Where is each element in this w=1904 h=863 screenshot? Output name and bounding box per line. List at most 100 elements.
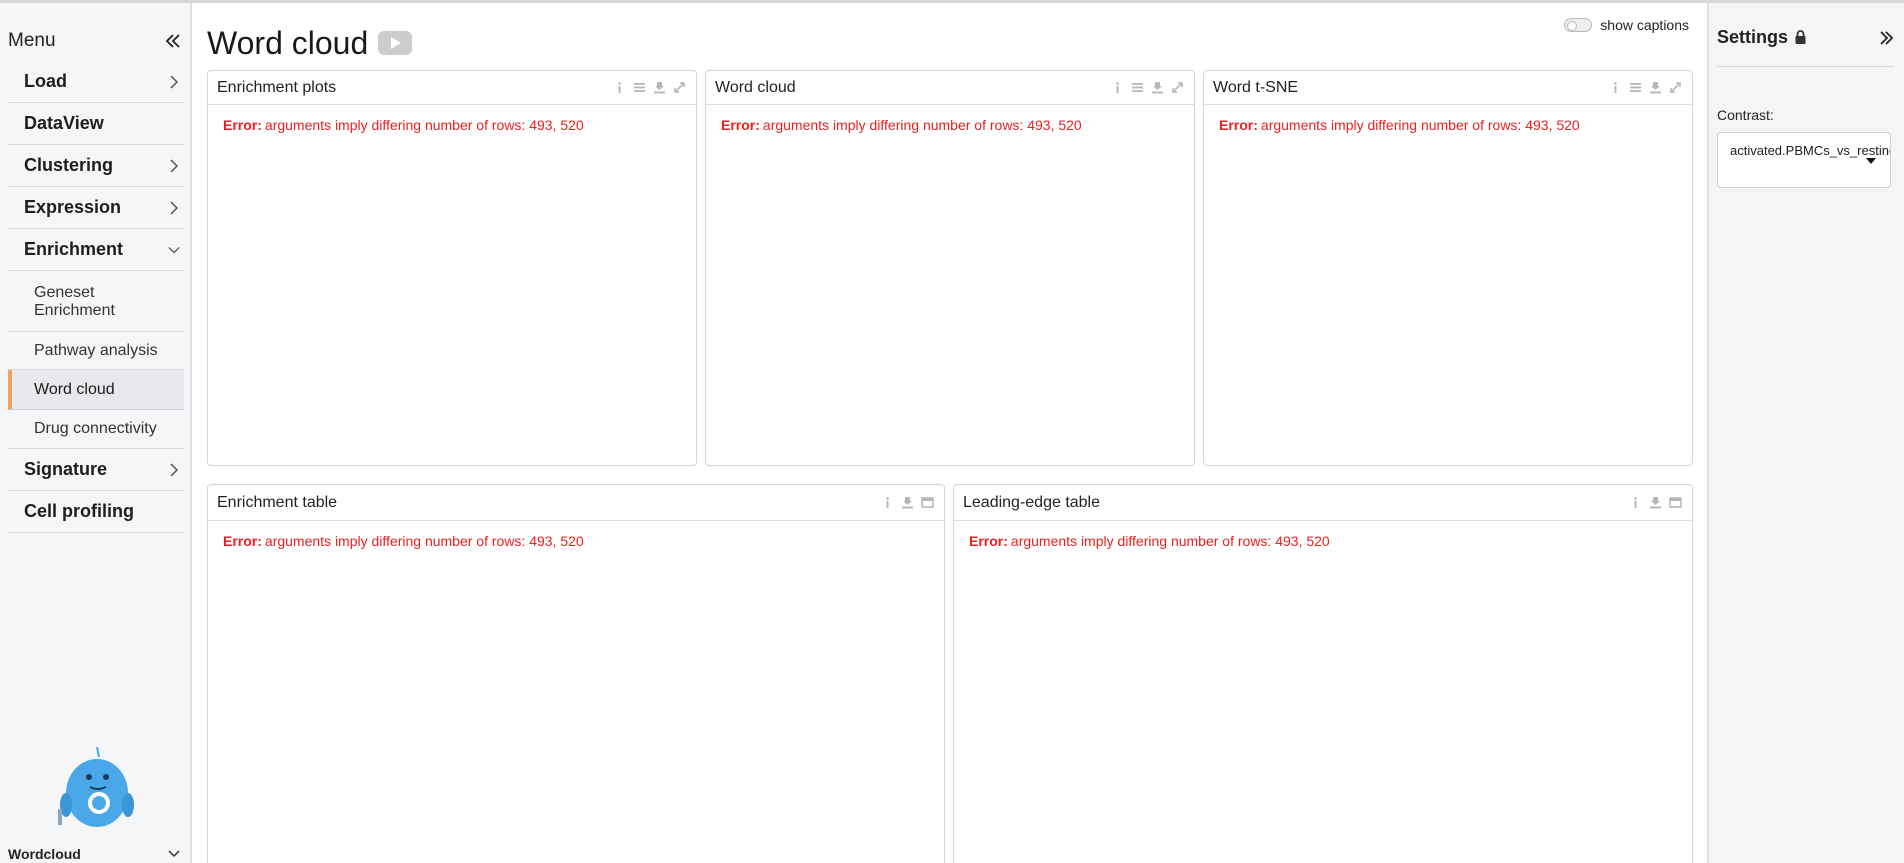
error-message: Error: arguments imply differing number o…	[706, 105, 1194, 145]
menu-icon[interactable]	[1131, 81, 1144, 94]
panel-leading-edge-table: Leading-edge table Error: arguments imply…	[953, 484, 1693, 863]
download-icon[interactable]	[653, 81, 666, 94]
download-icon[interactable]	[1649, 496, 1662, 509]
sub-item-geneset-enrichment[interactable]: Geneset Enrichment	[8, 271, 184, 332]
nav-item-dataview[interactable]: DataView	[8, 103, 184, 145]
nav-item-load[interactable]: Load	[8, 61, 184, 103]
sub-item-label: Drug connectivity	[34, 420, 157, 437]
sub-item-label: Geneset Enrichment	[34, 284, 115, 319]
error-text: arguments imply differing number of rows…	[264, 533, 584, 549]
chevron-right-icon	[170, 74, 179, 89]
panel-title: Enrichment plots	[217, 78, 337, 96]
nav-item-label: DataView	[24, 113, 104, 133]
main-content: Word cloud show captions Enrichment plot…	[193, 3, 1707, 863]
panel-title: Enrichment table	[217, 493, 338, 511]
nav-item-enrichment[interactable]: Enrichment	[8, 229, 184, 271]
settings-panel: Settings Contrast: activated.PBMCs_vs_re…	[1707, 3, 1904, 863]
expand-icon[interactable]	[1669, 81, 1682, 94]
error-prefix: Error:	[223, 533, 262, 549]
panel-header: Leading-edge table	[954, 485, 1692, 521]
panel-title: Leading-edge table	[963, 493, 1101, 511]
error-prefix: Error:	[1219, 117, 1258, 133]
menu-title: Menu	[8, 30, 56, 51]
contrast-select[interactable]: activated.PBMCs_vs_resting	[1717, 132, 1891, 188]
sidebar-menu: Menu Load DataView Clustering Expression	[0, 3, 192, 863]
panel-header: Word cloud	[706, 71, 1194, 105]
panel-tools	[1609, 81, 1682, 94]
sub-item-word-cloud[interactable]: Word cloud	[8, 370, 184, 410]
error-prefix: Error:	[721, 117, 760, 133]
panel-word-cloud: Word cloud Error: arguments imply differi…	[705, 70, 1195, 466]
error-prefix: Error:	[969, 533, 1008, 549]
error-text: arguments imply differing number of rows…	[264, 117, 584, 133]
info-icon[interactable]	[1111, 81, 1124, 94]
nav-item-signature[interactable]: Signature	[8, 449, 184, 491]
panel-tools	[1629, 496, 1682, 509]
collapse-settings-icon[interactable]	[1878, 30, 1894, 46]
error-prefix: Error:	[223, 117, 262, 133]
error-message: Error: arguments imply differing number o…	[954, 521, 1692, 561]
panel-word-tsne: Word t-SNE Error: arguments imply differi…	[1203, 70, 1693, 466]
nav-item-label: Signature	[24, 459, 108, 479]
info-icon[interactable]	[1609, 81, 1622, 94]
sub-item-drug-connectivity[interactable]: Drug connectivity	[8, 410, 184, 449]
nav-item-label: Expression	[24, 197, 122, 217]
nav-item-label: Enrichment	[24, 239, 124, 259]
download-icon[interactable]	[1151, 81, 1164, 94]
chevron-right-icon	[170, 200, 179, 215]
nav-item-label: Load	[24, 71, 67, 91]
toggle-switch[interactable]	[1564, 18, 1593, 32]
nav-list: Load DataView Clustering Expression Enri…	[0, 61, 190, 533]
collapse-menu-icon[interactable]	[164, 32, 182, 50]
show-captions-toggle[interactable]: show captions	[1564, 17, 1689, 33]
nav-item-clustering[interactable]: Clustering	[8, 145, 184, 187]
caret-down-icon	[1866, 158, 1876, 164]
window-icon[interactable]	[1669, 496, 1682, 509]
mascot-logo	[58, 746, 134, 827]
sub-item-pathway-analysis[interactable]: Pathway analysis	[8, 332, 184, 370]
info-icon[interactable]	[881, 496, 894, 509]
panel-enrichment-plots: Enrichment plots Error: arguments imply d…	[207, 70, 697, 466]
panel-title: Word t-SNE	[1213, 78, 1299, 96]
sub-item-label: Word cloud	[34, 380, 115, 398]
sidebar-footer[interactable]: Wordcloud	[8, 845, 180, 863]
menu-icon[interactable]	[633, 81, 646, 94]
panel-header: Word t-SNE	[1204, 71, 1692, 105]
nav-item-label: Cell profiling	[24, 501, 134, 521]
error-message: Error: arguments imply differing number o…	[208, 521, 944, 561]
expand-icon[interactable]	[673, 81, 686, 94]
nav-item-expression[interactable]: Expression	[8, 187, 184, 229]
settings-title-group: Settings	[1717, 27, 1807, 48]
panel-header: Enrichment plots	[208, 71, 696, 105]
expand-icon[interactable]	[1171, 81, 1184, 94]
error-text: arguments imply differing number of rows…	[762, 117, 1082, 133]
error-message: Error: arguments imply differing number o…	[208, 105, 696, 145]
window-icon[interactable]	[921, 496, 934, 509]
panel-tools	[613, 81, 686, 94]
video-play-icon[interactable]	[378, 31, 412, 55]
nav-item-cell-profiling[interactable]: Cell profiling	[8, 491, 184, 533]
info-icon[interactable]	[1629, 496, 1642, 509]
info-icon[interactable]	[613, 81, 626, 94]
contrast-label: Contrast:	[1717, 107, 1774, 123]
error-message: Error: arguments imply differing number o…	[1204, 105, 1692, 145]
menu-icon[interactable]	[1629, 81, 1642, 94]
nav-item-label: Clustering	[24, 155, 114, 175]
contrast-value: activated.PBMCs_vs_resting	[1730, 143, 1891, 158]
menu-header: Menu	[0, 21, 190, 61]
panel-header: Enrichment table	[208, 485, 944, 521]
footer-label: Wordcloud	[8, 846, 81, 862]
page-title: Word cloud	[207, 25, 369, 61]
app-window: Menu Load DataView Clustering Expression	[0, 0, 1904, 863]
show-captions-label: show captions	[1600, 17, 1689, 33]
panel-tools	[881, 496, 934, 509]
error-text: arguments imply differing number of rows…	[1010, 533, 1330, 549]
chevron-right-icon	[170, 462, 179, 477]
chevron-down-icon	[168, 850, 180, 858]
panel-tools	[1111, 81, 1184, 94]
panel-title: Word cloud	[715, 78, 796, 96]
lock-icon[interactable]	[1794, 30, 1807, 45]
download-icon[interactable]	[901, 496, 914, 509]
panel-enrichment-table: Enrichment table Error: arguments imply d…	[207, 484, 945, 863]
download-icon[interactable]	[1649, 81, 1662, 94]
